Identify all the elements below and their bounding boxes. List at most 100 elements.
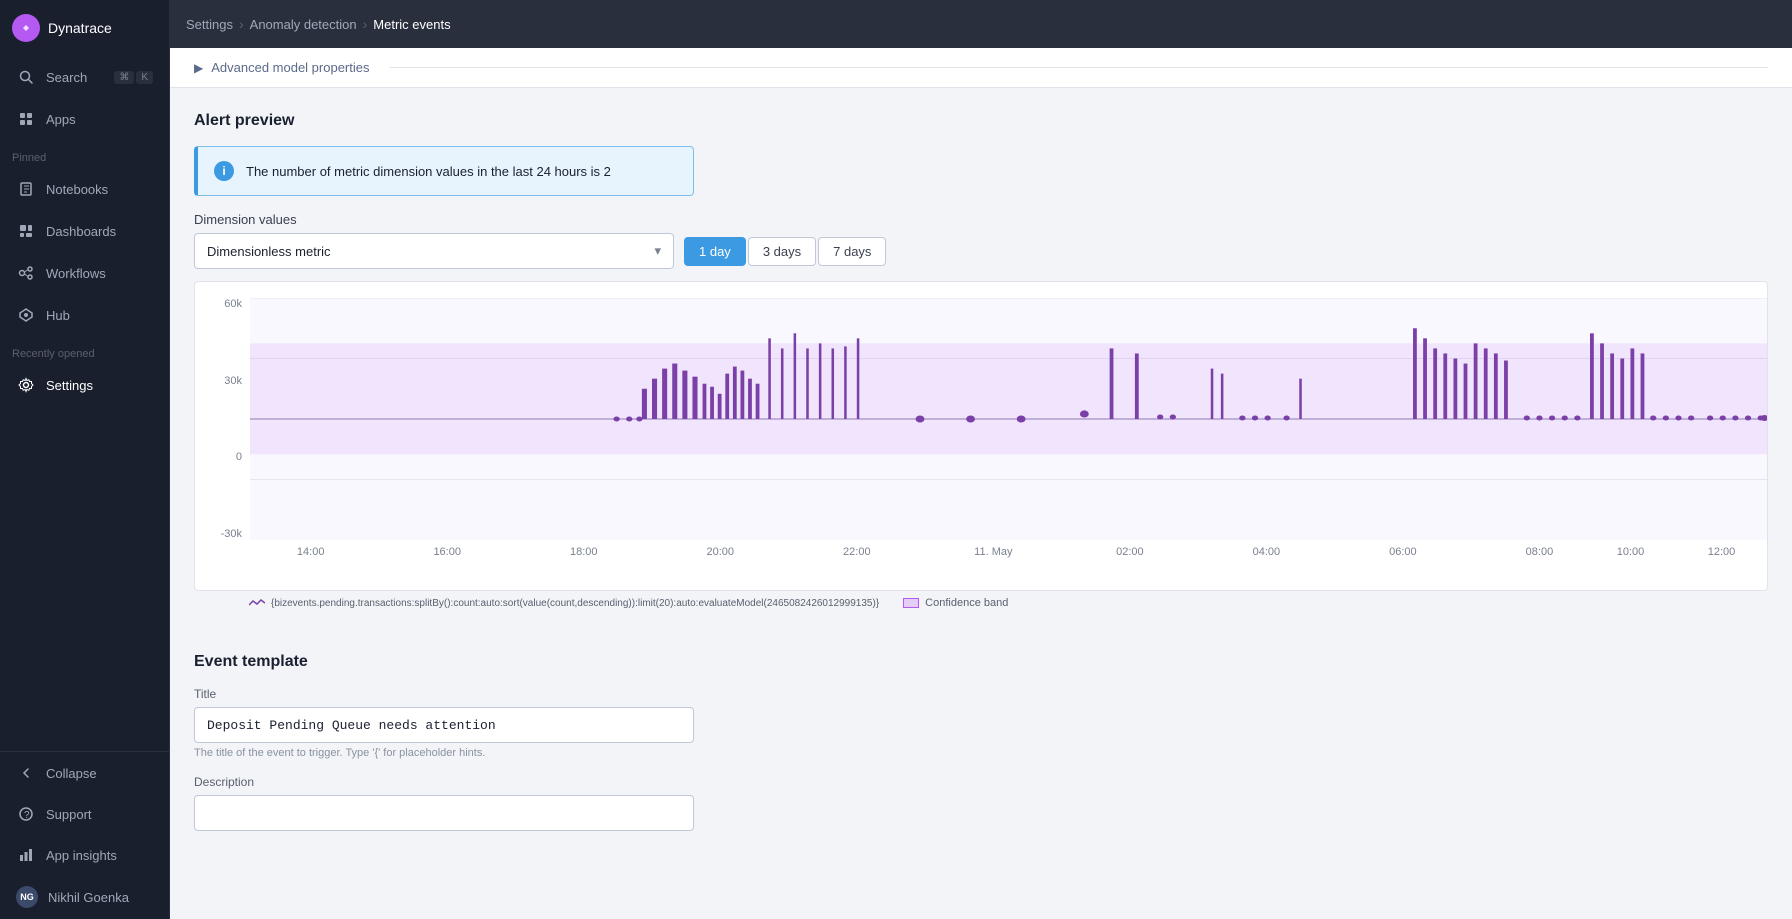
dimension-select-value: Dimensionless metric (207, 244, 331, 259)
description-label: Description (194, 775, 1768, 789)
workflows-label: Workflows (46, 266, 106, 281)
alert-preview-title: Alert preview (194, 112, 1768, 130)
chevron-down-icon: ▾ (654, 243, 661, 259)
breadcrumb-settings[interactable]: Settings (186, 17, 233, 32)
support-icon: ? (16, 804, 36, 824)
breadcrumb-metric-events[interactable]: Metric events (373, 17, 450, 32)
chart-legend: {bizevents.pending.transactions:splitBy(… (194, 591, 1768, 613)
dashboards-label: Dashboards (46, 224, 116, 239)
support-label: Support (46, 807, 92, 822)
time-btn-7days[interactable]: 7 days (818, 237, 886, 266)
app-insights-label: App insights (46, 848, 117, 863)
dimension-controls: Dimensionless metric ▾ 1 day 3 days 7 da… (194, 233, 1768, 269)
chart-y-axis: 60k 30k 0 -30k (195, 298, 250, 540)
workflows-icon (16, 263, 36, 283)
legend-band: Confidence band (903, 597, 1008, 609)
chart-plot (250, 298, 1767, 540)
description-input[interactable] (194, 795, 694, 831)
sidebar-logo-text: Dynatrace (48, 20, 112, 36)
hub-label: Hub (46, 308, 70, 323)
description-form-group: Description (194, 775, 1768, 831)
hub-icon (16, 305, 36, 325)
info-icon: i (214, 161, 234, 181)
time-buttons: 1 day 3 days 7 days (684, 237, 886, 266)
alert-preview-section: Alert preview i The number of metric dim… (194, 88, 1768, 629)
collapse-icon (16, 763, 36, 783)
search-label: Search (46, 70, 87, 85)
settings-label: Settings (46, 378, 93, 393)
sidebar-item-app-insights[interactable]: App insights (4, 835, 165, 875)
topbar: Settings › Anomaly detection › Metric ev… (170, 0, 1792, 48)
legend-wave-icon (249, 599, 265, 607)
x-label-0600: 06:00 (1389, 546, 1417, 558)
x-label-0200: 02:00 (1116, 546, 1144, 558)
x-label-1400: 14:00 (297, 546, 325, 558)
sidebar-item-apps[interactable]: Apps (4, 99, 165, 139)
svg-text:?: ? (24, 810, 30, 821)
chart-x-axis: 14:00 16:00 18:00 20:00 22:00 11. May 02… (250, 542, 1767, 586)
chart-container: 60k 30k 0 -30k (194, 281, 1768, 591)
chevron-right-icon: ▶ (194, 61, 203, 75)
event-template-section: Event template Title The title of the ev… (194, 629, 1768, 863)
time-btn-3days[interactable]: 3 days (748, 237, 816, 266)
advanced-model-label: Advanced model properties (211, 60, 369, 75)
x-label-2000: 20:00 (707, 546, 735, 558)
notebooks-label: Notebooks (46, 182, 108, 197)
y-label-60k: 60k (224, 298, 242, 310)
legend-band-label: Confidence band (925, 597, 1008, 609)
legend-band-box (903, 598, 919, 608)
y-label-0: 0 (236, 451, 242, 463)
dashboards-icon (16, 221, 36, 241)
legend-metric: {bizevents.pending.transactions:splitBy(… (249, 598, 879, 609)
recently-opened-label: Recently opened (0, 336, 169, 364)
sidebar-bottom: Collapse ? Support App insights NG (0, 751, 169, 919)
search-icon (16, 67, 36, 87)
sidebar-item-notebooks[interactable]: Notebooks (4, 169, 165, 209)
breadcrumb-sep-2: › (363, 16, 368, 32)
y-label-neg30k: -30k (221, 528, 242, 540)
info-message: The number of metric dimension values in… (246, 164, 611, 179)
title-form-group: Title The title of the event to trigger.… (194, 687, 1768, 759)
title-hint: The title of the event to trigger. Type … (194, 747, 1768, 759)
sidebar-item-dashboards[interactable]: Dashboards (4, 211, 165, 251)
search-shortcut: ⌘ K (114, 71, 153, 84)
dimension-values-label: Dimension values (194, 212, 1768, 227)
sidebar-item-hub[interactable]: Hub (4, 295, 165, 335)
x-label-0400: 04:00 (1253, 546, 1281, 558)
sidebar-item-settings[interactable]: Settings (4, 365, 165, 405)
sidebar-item-user[interactable]: NG Nikhil Goenka (4, 876, 165, 918)
x-label-1000: 10:00 (1617, 546, 1645, 558)
content-inner: Alert preview i The number of metric dim… (170, 88, 1792, 903)
sidebar-item-search[interactable]: Search ⌘ K (4, 57, 165, 97)
pinned-label: Pinned (0, 140, 169, 168)
sidebar: Dynatrace Search ⌘ K Apps Pinned (0, 0, 170, 919)
x-label-11may: 11. May (974, 546, 1012, 558)
x-label-1800: 18:00 (570, 546, 598, 558)
x-label-0800: 08:00 (1526, 546, 1554, 558)
x-label-1200: 12:00 (1708, 546, 1736, 558)
x-label-1600: 16:00 (433, 546, 461, 558)
sidebar-logo[interactable]: Dynatrace (0, 0, 169, 56)
x-label-2200: 22:00 (843, 546, 871, 558)
breadcrumb: Settings › Anomaly detection › Metric ev… (186, 16, 451, 32)
breadcrumb-anomaly[interactable]: Anomaly detection (250, 17, 357, 32)
time-btn-1day[interactable]: 1 day (684, 237, 746, 266)
advanced-model-row[interactable]: ▶ Advanced model properties (170, 48, 1792, 88)
breadcrumb-sep-1: › (239, 16, 244, 32)
user-avatar: NG (16, 886, 38, 908)
sidebar-item-support[interactable]: ? Support (4, 794, 165, 834)
collapse-label: Collapse (46, 766, 97, 781)
sidebar-item-collapse[interactable]: Collapse (4, 753, 165, 793)
main-content: Settings › Anomaly detection › Metric ev… (170, 0, 1792, 919)
title-input[interactable] (194, 707, 694, 743)
apps-icon (16, 109, 36, 129)
sidebar-item-workflows[interactable]: Workflows (4, 253, 165, 293)
chart-svg (250, 298, 1767, 540)
user-label: Nikhil Goenka (48, 890, 129, 905)
content-area: ▶ Advanced model properties Alert previe… (170, 48, 1792, 919)
event-template-title: Event template (194, 653, 1768, 671)
settings-icon (16, 375, 36, 395)
app-insights-icon (16, 845, 36, 865)
dimension-select[interactable]: Dimensionless metric ▾ (194, 233, 674, 269)
apps-label: Apps (46, 112, 76, 127)
